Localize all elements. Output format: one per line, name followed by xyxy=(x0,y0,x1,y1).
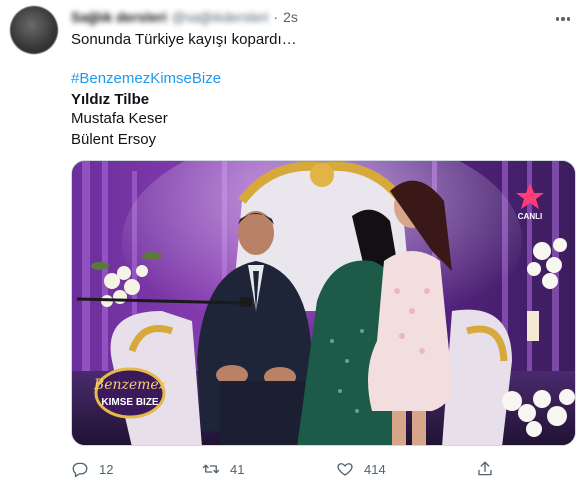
tweet-actions: 12 41 414 xyxy=(71,458,501,480)
share-button[interactable] xyxy=(476,458,494,480)
separator: · xyxy=(273,9,279,25)
tweet-time[interactable]: 2s xyxy=(283,9,298,25)
tweet-name-bold: Yıldız Tilbe xyxy=(71,91,150,108)
hashtag-link[interactable]: #BenzemezKimseBize xyxy=(71,69,221,89)
reply-button[interactable]: 12 xyxy=(71,458,113,480)
logo-subtext: KIMSE BIZE xyxy=(101,397,159,408)
retweet-count: 41 xyxy=(230,461,245,477)
more-icon xyxy=(555,17,560,21)
retweet-icon xyxy=(202,464,220,474)
media-image: Benzemez KIMSE BIZE CANLI xyxy=(72,161,575,445)
more-button[interactable] xyxy=(551,8,575,30)
tweet-text-line: Sonunda Türkiye kayışı kopardı… xyxy=(71,31,297,48)
tweet-header: Sağlık dersleri @sağlıkdersleri · 2s xyxy=(71,9,298,25)
reply-icon xyxy=(72,462,88,478)
reply-count: 12 xyxy=(99,461,114,477)
show-logo: Benzemez KIMSE BIZE xyxy=(93,367,167,419)
author-name[interactable]: Sağlık dersleri xyxy=(71,9,167,25)
tweet-media[interactable]: Benzemez KIMSE BIZE CANLI xyxy=(71,160,576,446)
tweet-name-line: Bülent Ersoy xyxy=(71,131,157,148)
like-icon xyxy=(337,463,353,476)
like-count: 414 xyxy=(364,461,386,477)
logo-text: Benzemez xyxy=(93,377,167,393)
channel-label: CANLI xyxy=(518,212,542,221)
avatar[interactable] xyxy=(10,6,58,54)
author-handle[interactable]: @sağlıkdersleri xyxy=(172,9,269,25)
like-button[interactable]: 414 xyxy=(336,458,386,480)
tweet-name-line: Mustafa Keser xyxy=(71,110,168,127)
share-icon xyxy=(478,461,492,476)
retweet-button[interactable]: 41 xyxy=(202,458,244,480)
